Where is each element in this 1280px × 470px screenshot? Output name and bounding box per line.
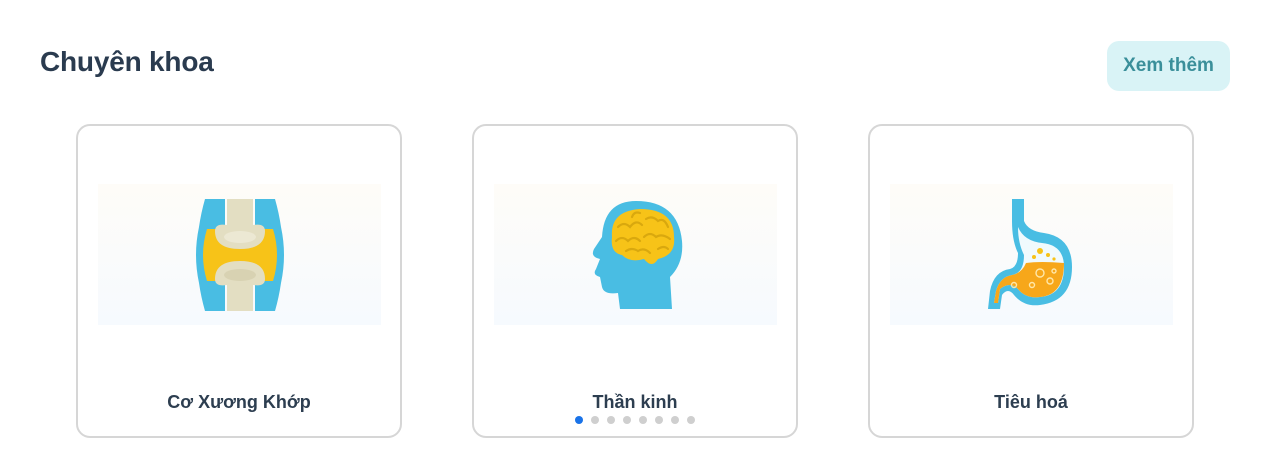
carousel-dot[interactable] bbox=[591, 416, 599, 424]
specialty-card-image bbox=[494, 184, 777, 325]
brain-head-icon bbox=[592, 200, 682, 309]
carousel-dot[interactable] bbox=[655, 416, 663, 424]
specialty-section: Chuyên khoa Xem thêm Cơ Xương Khớp Thần … bbox=[0, 0, 1280, 470]
carousel-dot[interactable] bbox=[575, 416, 583, 424]
specialty-card-image bbox=[98, 184, 381, 325]
carousel-dot[interactable] bbox=[639, 416, 647, 424]
specialty-card-musculoskeletal[interactable]: Cơ Xương Khớp bbox=[76, 124, 402, 438]
section-title: Chuyên khoa bbox=[40, 46, 214, 77]
carousel-dot[interactable] bbox=[607, 416, 615, 424]
stomach-icon bbox=[987, 198, 1072, 309]
specialty-card-label: Tiêu hoá bbox=[994, 392, 1068, 412]
specialty-card-neurology[interactable]: Thần kinh bbox=[472, 124, 798, 438]
carousel-dot[interactable] bbox=[623, 416, 631, 424]
carousel-pagination bbox=[575, 416, 695, 424]
specialty-card-gastroenterology[interactable]: Tiêu hoá bbox=[868, 124, 1194, 438]
specialty-card-label: Cơ Xương Khớp bbox=[167, 392, 311, 412]
see-more-button[interactable]: Xem thêm bbox=[1107, 41, 1230, 91]
specialty-card-label: Thần kinh bbox=[592, 392, 678, 412]
joint-icon bbox=[195, 198, 284, 311]
carousel-dot[interactable] bbox=[687, 416, 695, 424]
carousel-dot[interactable] bbox=[671, 416, 679, 424]
specialty-card-image bbox=[890, 184, 1173, 325]
